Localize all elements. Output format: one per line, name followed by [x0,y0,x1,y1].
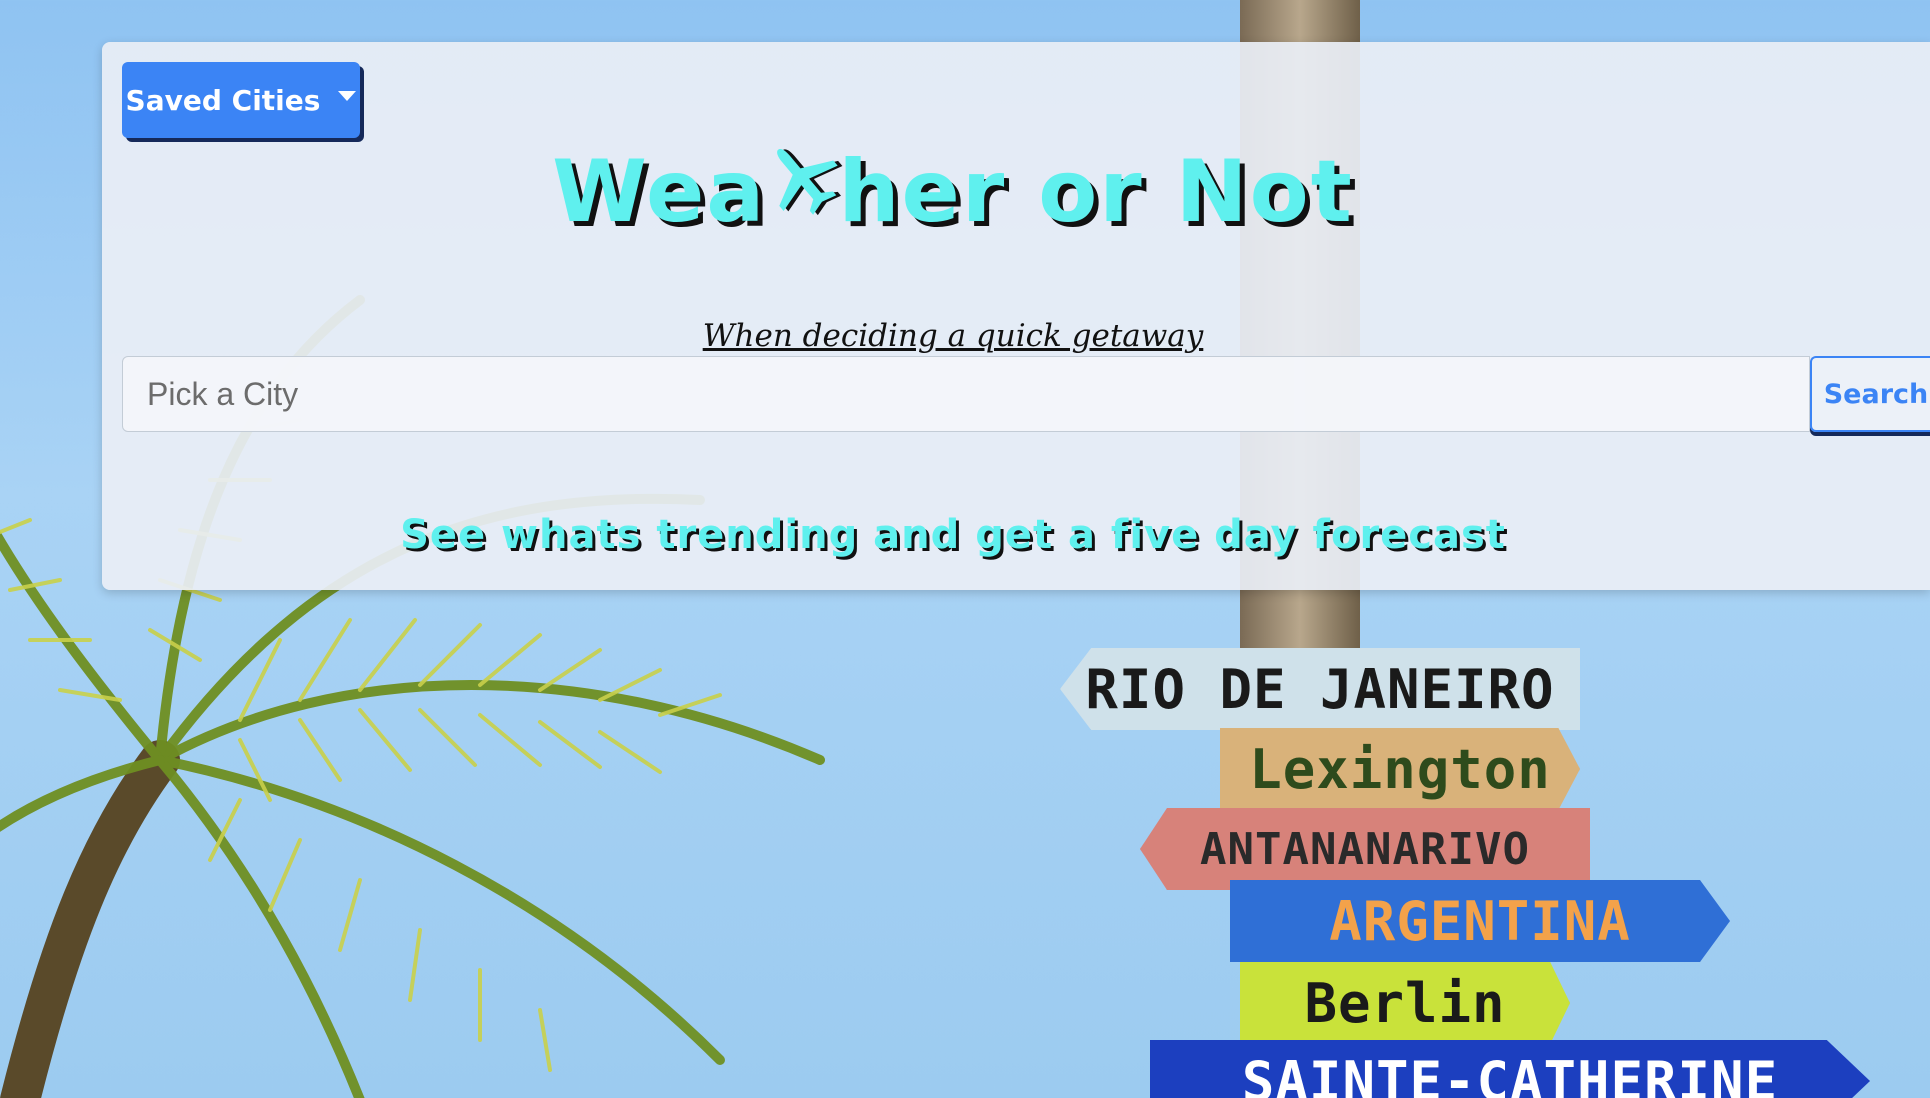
city-search-input[interactable] [122,356,1810,432]
sign-sainte-catherine: SAINTE-CATHERINE [1150,1040,1870,1098]
subtitle: When deciding a quick getaway [702,318,1204,354]
sign-antananarivo: ANTANANARIVO [1140,808,1590,890]
saved-cities-label: Saved Cities [125,83,321,117]
sign-rio: RIO DE JANEIRO [1060,648,1580,730]
hero-panel: Saved Cities Wea her or Not When decidin… [102,42,1930,590]
tagline: See whats trending and get a five day fo… [400,512,1506,558]
app-title: Wea her or Not [552,142,1354,242]
sign-argentina: ARGENTINA [1230,880,1730,962]
saved-cities-dropdown-button[interactable]: Saved Cities [122,62,360,138]
title-part-1: Wea [552,142,767,242]
airplane-icon [777,148,843,216]
title-wrap: Wea her or Not [102,142,1804,242]
sign-lexington: Lexington [1220,728,1580,810]
chevron-down-icon [338,91,357,101]
search-button[interactable]: Search [1810,356,1930,432]
sign-berlin: Berlin [1240,962,1570,1044]
title-part-2: her or Not [838,142,1354,242]
